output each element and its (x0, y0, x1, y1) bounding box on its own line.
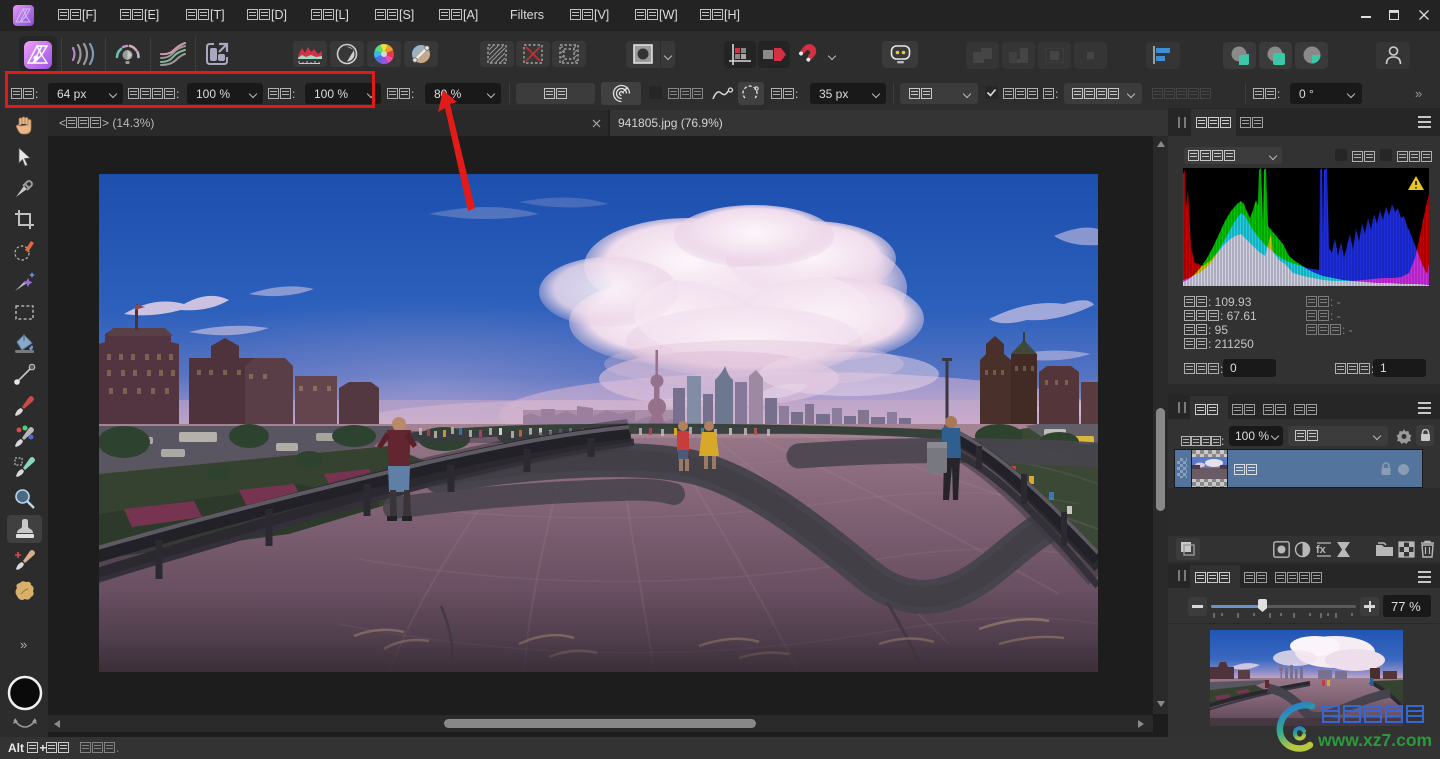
svg-text:fx: fx (1316, 544, 1327, 556)
